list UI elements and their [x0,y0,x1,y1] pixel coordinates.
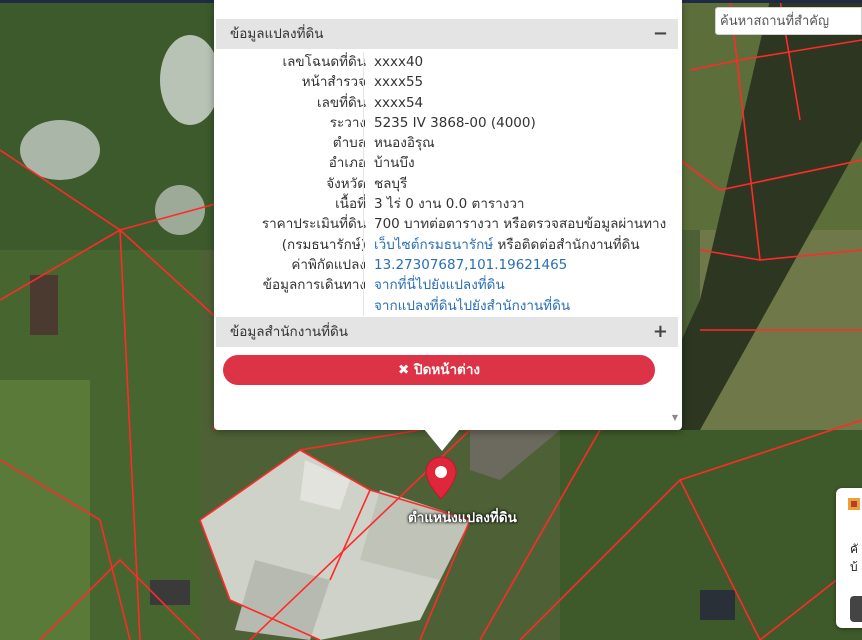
app-icon [848,498,860,510]
row-value: xxxx40 [374,54,424,70]
row-province: จังหวัด ชลบุรี [216,173,678,195]
row-label: จังหวัด [326,175,366,192]
row-value: xxxx55 [374,74,424,91]
expand-icon[interactable]: + [653,317,668,347]
row-label: เลขโฉนดที่ดิน [282,54,366,70]
row-treasury-dept: (กรมธนารักษ์) เว็บไซต์กรมธนารักษ์ หรือติด… [216,234,678,255]
row-label: หน้าสำรวจ [301,74,366,91]
directions-to-parcel-link[interactable]: จากที่นี่ไปยังแปลงที่ดิน [374,277,505,293]
row-label: ตำบล [332,135,366,152]
row-deed-number: เลขโฉนดที่ดิน xxxx40 [216,52,678,73]
row-coordinates: ค่าพิกัดแปลง 13.27307687,101.19621465 [216,254,678,276]
search-input[interactable] [716,8,861,34]
side-card-text-1: คั [850,542,859,556]
row-district: อำเภอ บ้านบึง [216,153,678,174]
row-travel-info: ข้อมูลการเดินทาง จากที่นี่ไปยังแปลงที่ดิน [216,275,678,296]
search-box[interactable] [715,7,862,35]
marker-label: ตำแหน่งแปลงที่ดิน [408,510,517,526]
row-label: (กรมธนารักษ์) [281,236,366,253]
row-value: ชลบุรี [374,175,408,192]
row-label: เลขที่ดิน [316,94,366,111]
treasury-website-link[interactable]: เว็บไซต์กรมธนารักษ์ [374,237,493,253]
row-area: เนื้อที่ 3 ไร่ 0 งาน 0.0 ตารางวา [216,194,678,215]
row-value: xxxx54 [374,94,424,111]
row-value: 700 บาทต่อตารางวา หรือตรวจสอบข้อมูลผ่านท… [374,216,667,233]
row-subdistrict: ตำบล หนองอิรุณ [216,133,678,154]
row-land-number: เลขที่ดิน xxxx54 [216,92,678,113]
directions-to-office-link[interactable]: จากแปลงที่ดินไปยังสำนักงานที่ดิน [374,298,570,314]
row-label: อำเภอ [328,155,366,172]
office-info-header-title: ข้อมูลสำนักงานที่ดิน [230,324,349,340]
side-info-card[interactable]: คั บ้ [836,488,862,628]
row-label: ราคาประเมินที่ดิน [261,216,366,233]
row-label: เนื้อที่ [335,196,366,213]
side-card-text-2: บ้ [850,560,858,574]
office-info-panel-header[interactable]: ข้อมูลสำนักงานที่ดิน + [216,317,678,347]
row-label: ระวาง [329,114,366,131]
land-info-rows: เลขโฉนดที่ดิน xxxx40 หน้าสำรวจ xxxx55 เลขท… [216,52,678,316]
row-label: ค่าพิกัดแปลง [291,256,366,273]
row-survey-page: หน้าสำรวจ xxxx55 [216,72,678,93]
land-info-header-title: ข้อมูลแปลงที่ดิน [230,26,324,42]
popup-pointer [424,429,460,451]
collapse-icon[interactable]: − [653,19,668,49]
land-info-panel-header[interactable]: ข้อมูลแปลงที่ดิน − [216,19,678,49]
row-value: หนองอิรุณ [374,135,435,152]
row-value: บ้านบึง [374,155,415,172]
location-pin-icon[interactable] [423,455,459,503]
row-map-sheet: ระวาง 5235 IV 3868-00 (4000) [216,112,678,134]
coordinates-link[interactable]: 13.27307687,101.19621465 [374,257,567,273]
row-value: 5235 IV 3868-00 (4000) [374,114,536,131]
row-appraisal-price: ราคาประเมินที่ดิน 700 บาทต่อตารางวา หรือต… [216,214,678,235]
row-value: 3 ไร่ 0 งาน 0.0 ตารางวา [374,196,525,213]
parcel-info-popup: ข้อมูลแปลงที่ดิน − เลขโฉนดที่ดิน xxxx40 ห… [214,0,682,430]
row-travel-info-2: จากแปลงที่ดินไปยังสำนักงานที่ดิน [216,295,678,316]
row-value-rest: หรือติดต่อสำนักงานที่ดิน [493,236,640,253]
side-card-button[interactable] [850,596,862,622]
row-label: ข้อมูลการเดินทาง [262,277,366,294]
scroll-down-icon[interactable]: ▼ [672,413,678,422]
close-window-button[interactable]: ✖ ปิดหน้าต่าง [223,355,655,385]
